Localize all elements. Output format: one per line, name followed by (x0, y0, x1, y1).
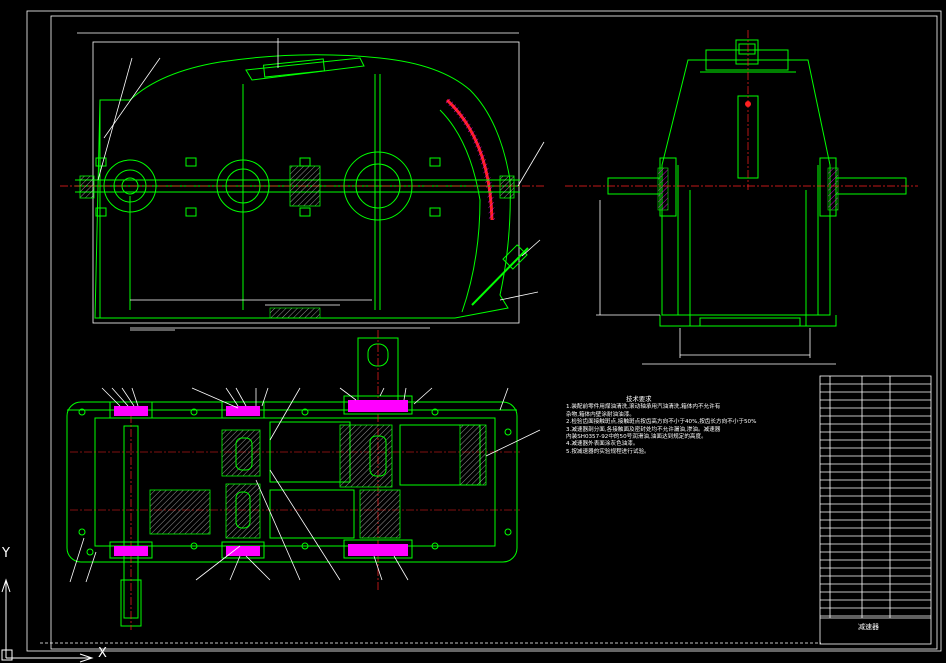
ucs-axis-icon (1, 578, 94, 663)
ucs-y-label: Y (2, 546, 10, 561)
parts-list-table (819, 375, 932, 645)
technical-notes-title: 技术要求 (626, 395, 652, 403)
gearbox-assembly-drawing (1, 10, 942, 663)
top-section-view (66, 330, 541, 630)
technical-notes: 技术要求 1.装配前零件用煤油清洗,滚动轴承用汽油清洗,箱体内不允许有 杂物,箱… (566, 395, 816, 456)
technical-note-line: 2.检验齿面接触斑点,接触斑点按齿高方向不小于40%,按齿长方向不小于50% (566, 419, 757, 426)
front-view (60, 32, 545, 331)
technical-note-line: 3.减速器剖分面,各接触面及密封处均不允许漏油,渗油。减速器 (566, 426, 721, 433)
technical-note-line: 4.减速器外表面涂灰色油漆。 (566, 441, 639, 448)
sheet-inner-border (50, 15, 938, 650)
technical-note-line: 1.装配前零件用煤油清洗,滚动轴承用汽油清洗,箱体内不允许有 (566, 404, 721, 411)
side-view (565, 30, 918, 365)
cad-drawing-canvas[interactable]: 技术要求 1.装配前零件用煤油清洗,滚动轴承用汽油清洗,箱体内不允许有 杂物,箱… (0, 0, 946, 663)
ucs-x-label: X (98, 646, 107, 661)
technical-note-line: 5.按减速器的实验规程进行试验。 (566, 448, 650, 455)
title-block-name: 减速器 (858, 623, 879, 631)
